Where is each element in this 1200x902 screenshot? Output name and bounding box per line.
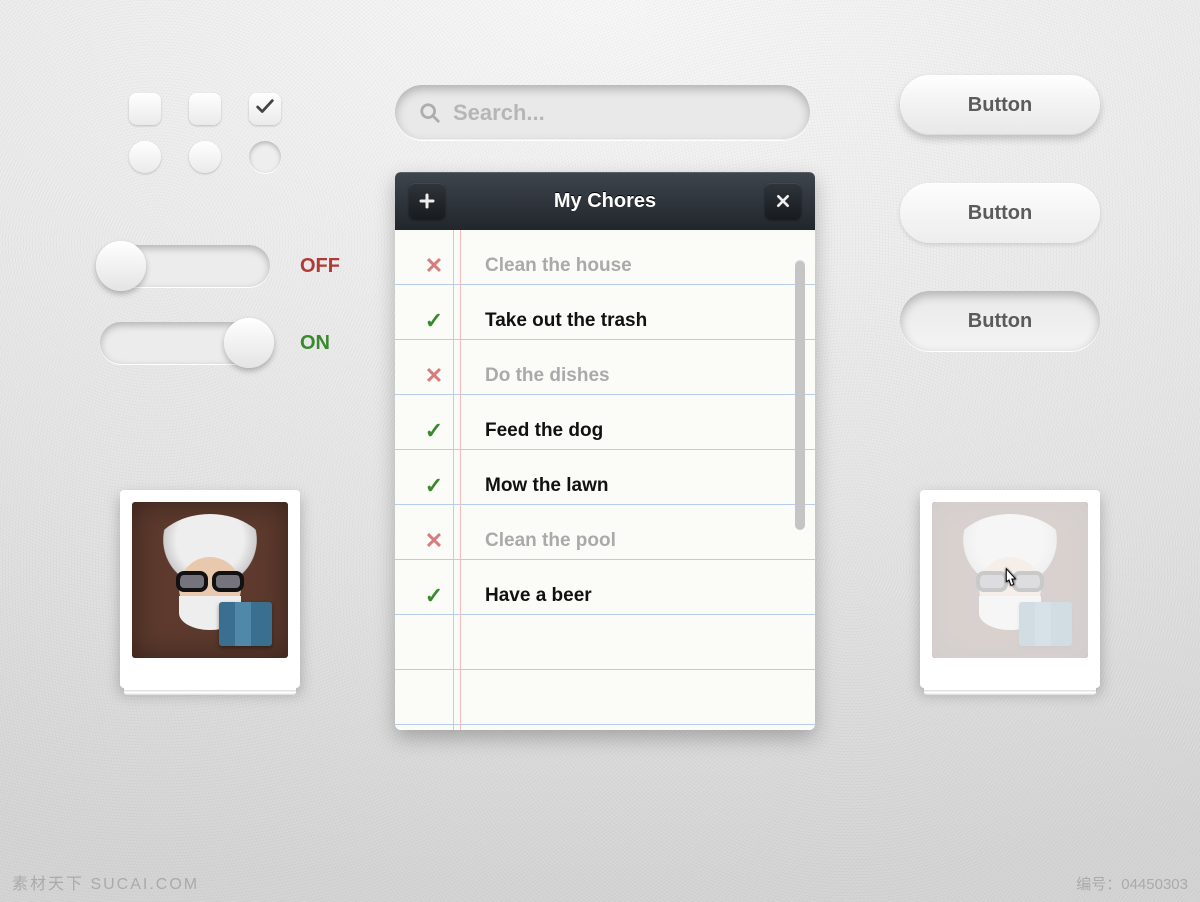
chore-text: Mow the lawn [467, 475, 609, 497]
chores-card: My Chores ✕ Clean the house ✓ Take out the … [395, 172, 815, 730]
chores-title: My Chores [554, 190, 656, 213]
slider-knob[interactable] [224, 318, 274, 368]
chore-text: Clean the pool [467, 530, 616, 552]
chore-text: Have a beer [467, 585, 592, 607]
button-inset[interactable]: Button [900, 291, 1100, 351]
chore-row[interactable]: ✓ Have a beer [395, 568, 815, 623]
polaroid-left[interactable] [120, 490, 300, 688]
watermark-right: 编号：04450303 [1076, 873, 1188, 894]
slider-on-label: ON [300, 332, 330, 355]
close-icon [775, 193, 791, 209]
chore-text: Clean the house [467, 255, 632, 277]
radio-2[interactable] [189, 141, 221, 173]
chore-text: Do the dishes [467, 365, 610, 387]
chores-header: My Chores [395, 172, 815, 230]
plus-icon [418, 192, 436, 210]
chore-row[interactable]: ✓ Take out the trash [395, 293, 815, 348]
slider-off-label: OFF [300, 255, 340, 278]
radio-1[interactable] [129, 141, 161, 173]
slider-knob[interactable] [96, 241, 146, 291]
chore-text: Take out the trash [467, 310, 647, 332]
chore-row[interactable]: ✕ Clean the pool [395, 513, 815, 568]
chore-row[interactable]: ✕ Do the dishes [395, 348, 815, 403]
avatar-image [132, 502, 288, 658]
scrollbar[interactable] [795, 260, 805, 530]
chore-row[interactable]: ✓ Feed the dog [395, 403, 815, 458]
pointer-cursor-icon [999, 567, 1021, 593]
slider-on[interactable] [100, 322, 270, 364]
slider-off[interactable] [100, 245, 270, 287]
chores-list: ✕ Clean the house ✓ Take out the trash ✕ Do t… [395, 230, 815, 730]
close-button[interactable] [765, 183, 801, 219]
toggle-grid [115, 85, 295, 181]
check-icon: ✓ [423, 308, 445, 334]
chore-row[interactable]: ✕ Clean the house [395, 238, 815, 293]
radio-3-hollow[interactable] [249, 141, 281, 173]
slider-group: OFF ON [100, 245, 340, 364]
checkbox-3-checked[interactable] [249, 93, 281, 125]
checkbox-2[interactable] [189, 93, 221, 125]
add-button[interactable] [409, 183, 445, 219]
button-column: Button Button Button [900, 75, 1100, 351]
chore-text: Feed the dog [467, 420, 603, 442]
check-icon: ✓ [423, 418, 445, 444]
x-icon: ✕ [423, 528, 445, 554]
search-input[interactable] [453, 100, 786, 126]
check-icon: ✓ [423, 473, 445, 499]
search-icon [419, 102, 441, 124]
button-flat[interactable]: Button [900, 183, 1100, 243]
search-field[interactable] [395, 85, 810, 140]
x-icon: ✕ [423, 363, 445, 389]
polaroid-right-hover[interactable] [920, 490, 1100, 688]
chore-row[interactable]: ✓ Mow the lawn [395, 458, 815, 513]
check-icon: ✓ [423, 583, 445, 609]
button-raised[interactable]: Button [900, 75, 1100, 135]
avatar-image-dim [932, 502, 1088, 658]
checkbox-1[interactable] [129, 93, 161, 125]
x-icon: ✕ [423, 253, 445, 279]
watermark-left: 素材天下 SUCAI.COM [12, 870, 199, 894]
